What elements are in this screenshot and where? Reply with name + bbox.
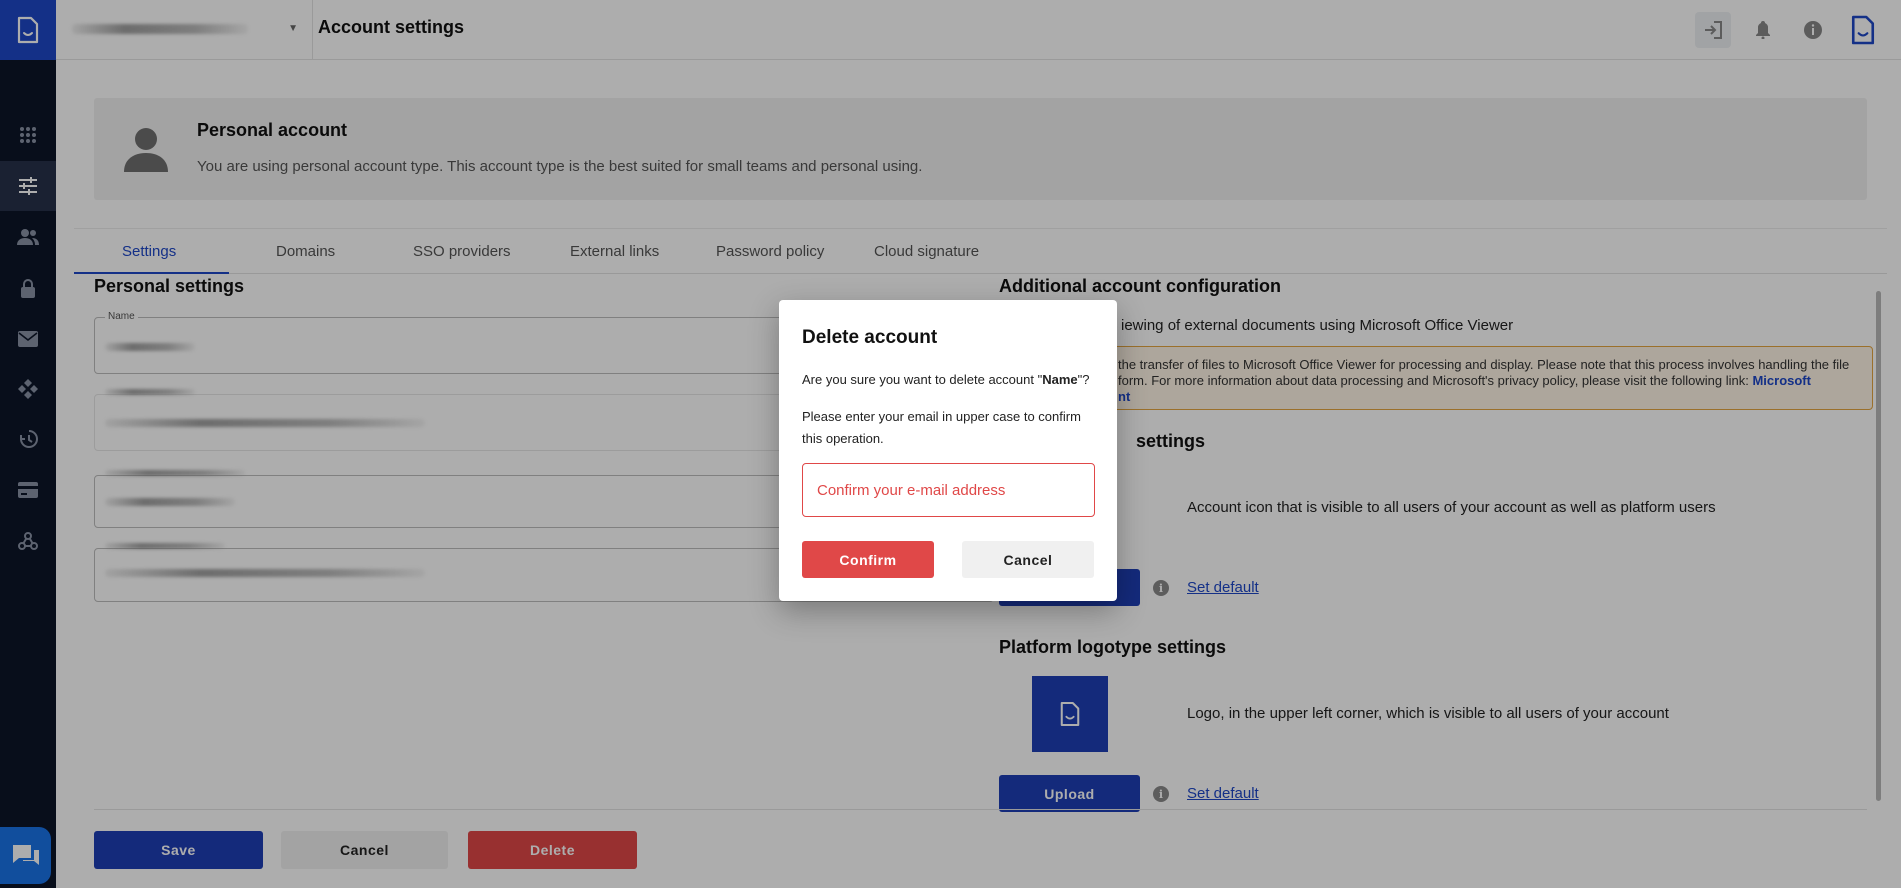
delete-account-dialog: Delete account Are you sure you want to … [779, 300, 1117, 601]
confirm-email-input[interactable] [802, 463, 1095, 517]
confirm-button[interactable]: Confirm [802, 541, 934, 578]
account-name: Name [1042, 372, 1078, 387]
dialog-cancel-button[interactable]: Cancel [962, 541, 1094, 578]
dialog-title: Delete account [802, 327, 938, 348]
dialog-question: Are you sure you want to delete account … [802, 372, 1090, 387]
dialog-instructions: Please enter your email in upper case to… [802, 409, 1081, 446]
